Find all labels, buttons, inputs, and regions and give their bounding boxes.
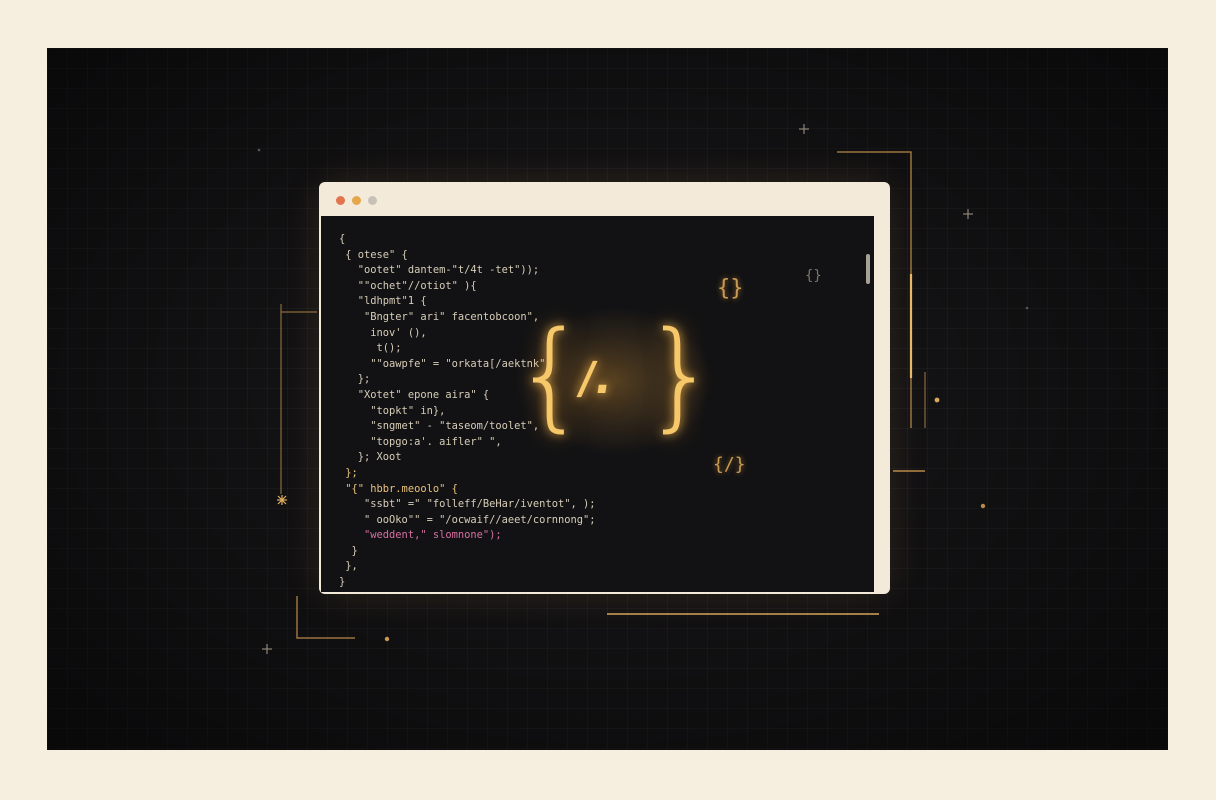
scrollbar-thumb[interactable] — [866, 254, 870, 284]
code-line: "weddent," slomnone"); — [339, 529, 502, 542]
close-dot-icon[interactable] — [336, 196, 345, 205]
small-brace-icon: {} — [717, 276, 744, 301]
code-line: { otese" { — [339, 248, 408, 261]
illustration-canvas: { { otese" { "ootet" dantem-"t/4t -tet")… — [47, 48, 1168, 750]
center-slash-icon: /. — [575, 353, 616, 404]
bottom-left-bracket — [296, 596, 355, 639]
code-line: "ssbt" =" "folleff/BeHar/iventot", ); — [339, 498, 596, 511]
maximize-dot-icon[interactable] — [368, 196, 377, 205]
code-editor-window: { { otese" { "ootet" dantem-"t/4t -tet")… — [319, 182, 890, 594]
code-line: }; Xoot — [339, 451, 402, 464]
code-line: } — [339, 544, 358, 557]
small-brace-icon-right: {} — [805, 268, 822, 284]
code-line: }; — [339, 466, 358, 479]
small-slash-brace-icon: {/} — [713, 454, 746, 475]
left-sparkle — [277, 495, 287, 505]
center-left-brace-icon: { — [513, 305, 589, 443]
code-line: " ooOko"" = "/ocwaif//aeet/cornnong"; — [339, 513, 596, 526]
center-right-brace-icon: } — [643, 305, 719, 443]
code-line: ""ochet"//otiot" ){ — [339, 279, 477, 292]
code-line: }, — [339, 560, 358, 573]
code-screen: { { otese" { "ootet" dantem-"t/4t -tet")… — [321, 216, 874, 592]
code-line: "{" hbbr.meoolo" { — [339, 482, 458, 495]
code-line: "ootet" dantem-"t/4t -tet")); — [339, 264, 540, 277]
window-titlebar — [319, 182, 890, 216]
code-line: { — [339, 233, 346, 245]
code-line: } — [339, 576, 346, 589]
minimize-dot-icon[interactable] — [352, 196, 361, 205]
